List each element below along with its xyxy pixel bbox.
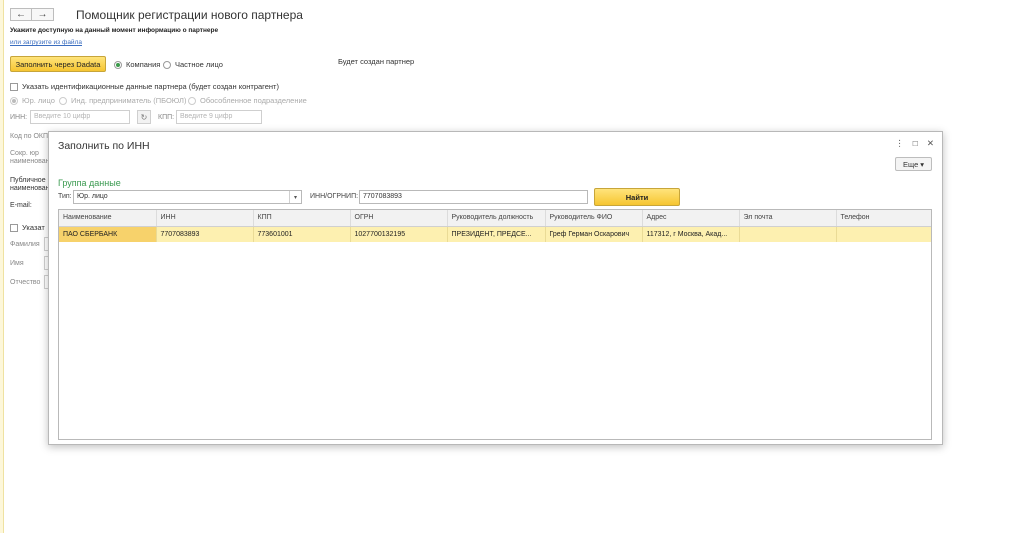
more-actions-icon[interactable]: ⋮ — [895, 138, 904, 149]
type-select[interactable]: Юр. лицо ▾ — [73, 190, 302, 204]
indicate-checkbox-label: Указат — [22, 223, 45, 232]
patronymic-label: Отчество — [10, 279, 41, 286]
short-name-label-line2: наименован — [10, 158, 50, 165]
column-header-kpp[interactable]: КПП — [253, 210, 351, 227]
left-panel-edge — [0, 0, 4, 533]
kpp-input[interactable]: Введите 9 цифр — [176, 110, 262, 124]
inn-label: ИНН: — [10, 114, 28, 121]
radio-selected-icon — [114, 60, 122, 69]
email-label: E-mail: — [10, 202, 32, 209]
partner-status-text: Будет создан партнер — [338, 57, 415, 66]
more-button-label: Еще — [902, 159, 919, 169]
group-title: Группа данные — [58, 178, 121, 188]
checkbox-icon — [10, 82, 18, 91]
id-data-checkbox-label: Указать идентификационные данные партнер… — [22, 82, 279, 91]
table-header-row: Наименование ИНН КПП ОГРН Руководитель д… — [59, 210, 931, 227]
radio-legal-entity[interactable]: Юр. лицо — [10, 96, 55, 105]
cell-phone[interactable] — [836, 226, 931, 242]
radio-selected-icon — [10, 96, 18, 105]
checkbox-icon — [10, 223, 18, 232]
results-table: Наименование ИНН КПП ОГРН Руководитель д… — [58, 209, 932, 440]
indicate-checkbox[interactable]: Указат — [10, 223, 45, 232]
column-header-head-position[interactable]: Руководитель должность — [447, 210, 546, 227]
page-title: Помощник регистрации нового партнера — [76, 8, 303, 22]
column-header-head-name[interactable]: Руководитель ФИО — [545, 210, 643, 227]
column-header-ogrn[interactable]: ОГРН — [350, 210, 448, 227]
column-header-name[interactable]: Наименование — [59, 210, 157, 227]
okpo-label: Код по ОКП — [10, 133, 49, 140]
dialog-window-controls: ⋮ □ ✕ — [895, 138, 934, 149]
cell-inn[interactable]: 7707083893 — [156, 226, 254, 242]
close-icon[interactable]: ✕ — [927, 138, 934, 149]
inn-input[interactable]: Введите 10 цифр — [30, 110, 130, 124]
more-button[interactable]: Еще ▾ — [895, 157, 932, 171]
radio-private-person-label: Частное лицо — [175, 60, 223, 69]
radio-individual-entrepreneur-label: Инд. предприниматель (ПБОЮЛ) — [71, 96, 187, 105]
surname-label: Фамилия — [10, 241, 40, 248]
navigation-buttons: ← → — [10, 8, 54, 21]
instruction-text: Укажите доступную на данный момент инфор… — [10, 27, 219, 34]
load-from-file-link[interactable]: или загрузите из файла — [10, 39, 82, 46]
cell-head-position[interactable]: ПРЕЗИДЕНТ, ПРЕДСЕ... — [447, 226, 546, 242]
column-header-email[interactable]: Эл почта — [739, 210, 837, 227]
id-data-checkbox[interactable]: Указать идентификационные данные партнер… — [10, 82, 279, 91]
cell-address[interactable]: 117312, г Москва, Акад... — [642, 226, 740, 242]
fill-by-inn-dialog: Заполнить по ИНН ⋮ □ ✕ Еще ▾ Группа данн… — [48, 131, 943, 445]
type-select-value: Юр. лицо — [77, 193, 108, 200]
radio-separate-division-label: Обособленное подразделение — [200, 96, 307, 105]
column-header-inn[interactable]: ИНН — [156, 210, 254, 227]
cell-kpp[interactable]: 773601001 — [253, 226, 351, 242]
radio-company-label: Компания — [126, 60, 161, 69]
maximize-icon[interactable]: □ — [913, 138, 918, 149]
column-header-phone[interactable]: Телефон — [836, 210, 931, 227]
short-name-label: Сокр. юр — [10, 150, 39, 157]
refresh-icon[interactable]: ↻ — [137, 110, 151, 124]
public-name-label: Публичное — [10, 177, 46, 184]
radio-empty-icon — [163, 60, 171, 69]
radio-company[interactable]: Компания — [114, 60, 160, 69]
table-row[interactable]: ПАО СБЕРБАНК 7707083893 773601001 102770… — [59, 226, 931, 242]
find-button[interactable]: Найти — [594, 188, 680, 206]
inn-ogrnip-input[interactable]: 7707083893 — [359, 190, 588, 204]
radio-separate-division[interactable]: Обособленное подразделение — [188, 96, 307, 105]
cell-ogrn[interactable]: 1027700132195 — [350, 226, 448, 242]
back-arrow-icon[interactable]: ← — [10, 8, 32, 21]
cell-name[interactable]: ПАО СБЕРБАНК — [59, 226, 157, 242]
forward-arrow-icon[interactable]: → — [32, 8, 54, 21]
fill-via-dadata-button[interactable]: Заполнить через Dadata — [10, 56, 106, 72]
registration-assistant-page: ← → Помощник регистрации нового партнера… — [0, 0, 1024, 533]
radio-empty-icon — [59, 96, 67, 105]
kpp-label: КПП: — [158, 114, 175, 121]
cell-email[interactable] — [739, 226, 837, 242]
radio-individual-entrepreneur[interactable]: Инд. предприниматель (ПБОЮЛ) — [59, 96, 186, 105]
inn-ogrnip-label: ИНН/ОГРНИП: — [310, 193, 359, 200]
chevron-down-icon: ▾ — [920, 159, 925, 169]
cell-head-name[interactable]: Греф Герман Оскарович — [545, 226, 643, 242]
radio-empty-icon — [188, 96, 196, 105]
chevron-down-icon[interactable]: ▾ — [289, 191, 301, 203]
first-name-label: Имя — [10, 260, 24, 267]
radio-legal-entity-label: Юр. лицо — [22, 96, 55, 105]
column-header-address[interactable]: Адрес — [642, 210, 740, 227]
radio-private-person[interactable]: Частное лицо — [163, 60, 223, 69]
type-label: Тип: — [58, 193, 72, 200]
public-name-label-line2: наименован — [10, 185, 50, 192]
dialog-title: Заполнить по ИНН — [58, 140, 150, 152]
